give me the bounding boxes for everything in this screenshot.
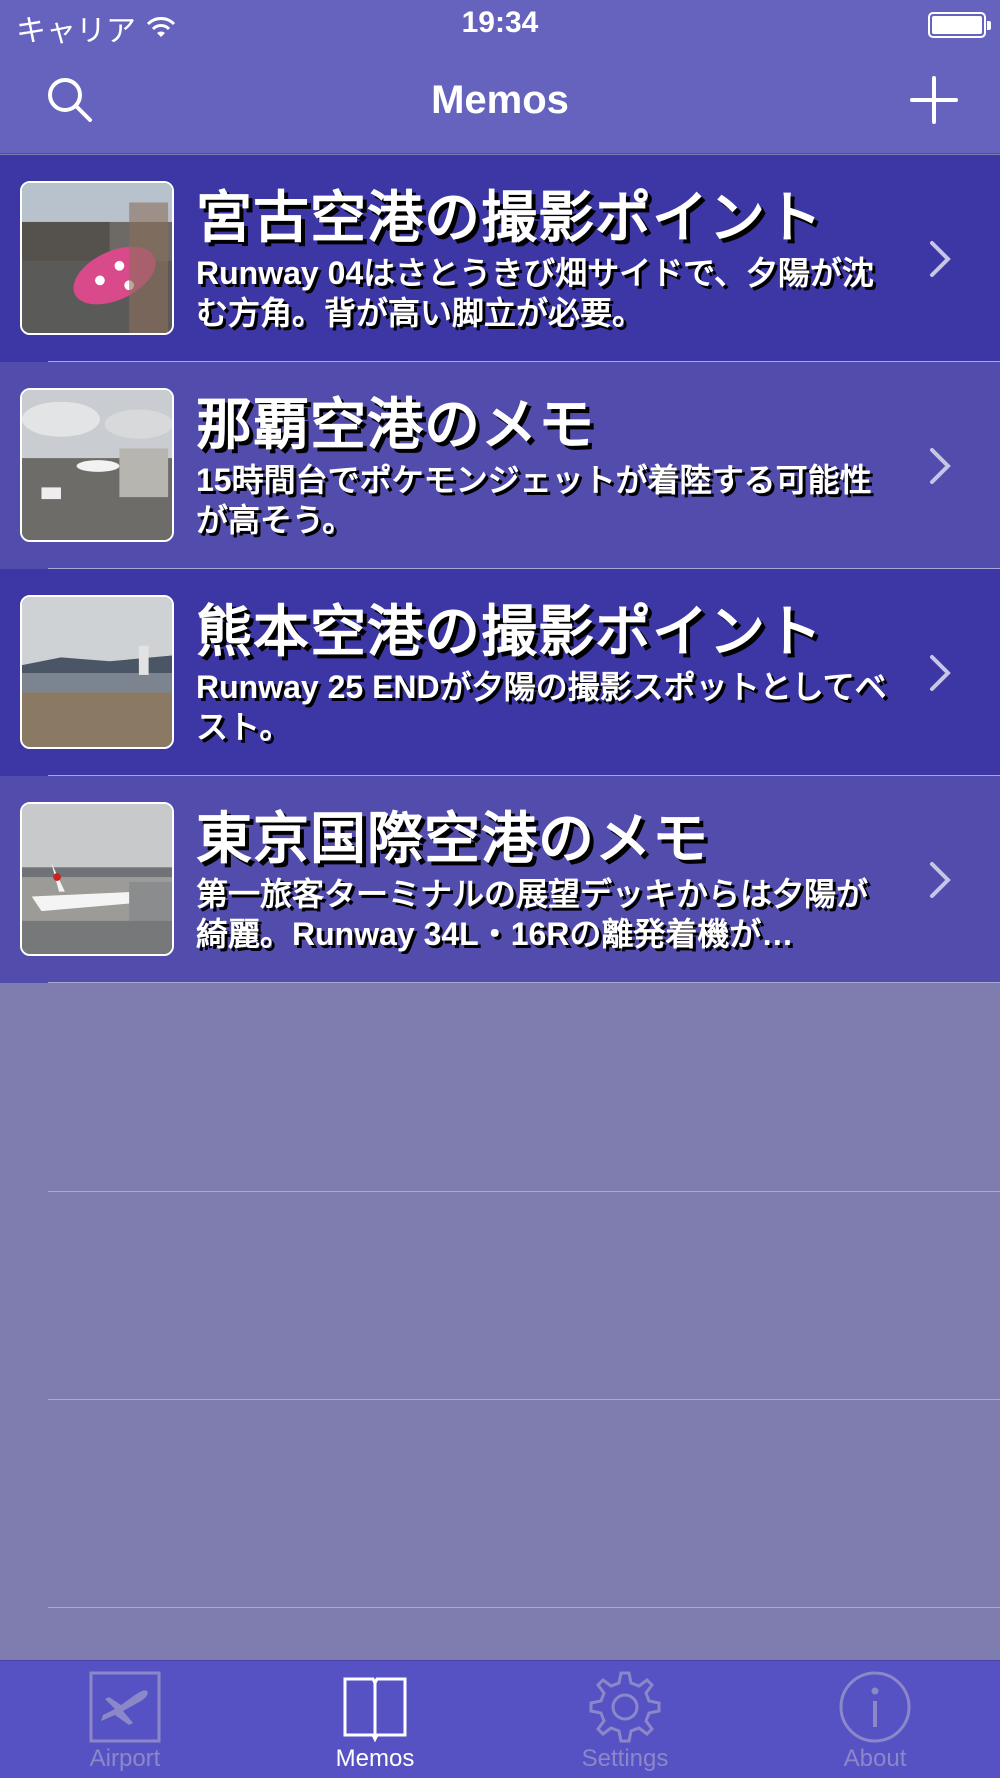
status-bar: キャリア 19:34 (0, 0, 1000, 50)
memo-description: 15時間台でポケモンジェットが着陸する可能性が高そう。 (196, 462, 872, 538)
memo-title: 熊本空港の撮影ポイント (196, 600, 823, 663)
memo-thumbnail (20, 181, 174, 335)
memo-description: 第一旅客ターミナルの展望デッキからは夕陽が綺麗。Runway 34L・16Rの離… (196, 876, 869, 952)
memo-row[interactable]: 熊本空港の撮影ポイント Runway 25 ENDが夕陽の撮影スポットとしてベス… (0, 569, 1000, 776)
memo-title: 那覇空港のメモ (196, 393, 595, 456)
book-icon (343, 1677, 407, 1743)
chevron-right-icon (930, 655, 951, 691)
page-title: Memos (431, 78, 569, 122)
memo-description: Runway 04はさとうきび畑サイドで、夕陽が沈む方角。背が高い脚立が必要。 (196, 255, 874, 331)
tab-airport[interactable]: Airport (0, 1661, 250, 1778)
memo-row[interactable]: 那覇空港のメモ 15時間台でポケモンジェットが着陸する可能性が高そう。 (0, 362, 1000, 569)
tab-label: Airport (89, 1745, 161, 1772)
tab-bar: Airport Memos Settings About (0, 1660, 1000, 1778)
chevron-right-icon (930, 448, 951, 484)
tab-settings[interactable]: Settings (500, 1661, 750, 1778)
tab-memos[interactable]: Memos (250, 1661, 500, 1778)
info-icon (839, 1671, 911, 1743)
gear-icon (589, 1671, 661, 1743)
plus-icon[interactable] (908, 74, 960, 126)
divider (48, 982, 1000, 983)
memo-description: Runway 25 ENDが夕陽の撮影スポットとしてベスト。 (196, 669, 887, 745)
tab-label: Settings (581, 1745, 669, 1772)
status-time: 19:34 (461, 6, 539, 39)
battery-icon (928, 12, 991, 38)
chevron-right-icon (930, 241, 951, 277)
memo-row[interactable]: 宮古空港の撮影ポイント Runway 04はさとうきび畑サイドで、夕陽が沈む方角… (0, 155, 1000, 362)
memo-thumbnail (20, 802, 174, 956)
empty-row-divider (48, 1191, 1000, 1192)
airplane-icon (89, 1671, 161, 1743)
navigation-bar: Memos (0, 50, 1000, 154)
memo-title: 宮古空港の撮影ポイント (196, 186, 823, 249)
memo-thumbnail (20, 595, 174, 749)
memo-title: 東京国際空港のメモ (196, 807, 709, 870)
tab-label: About (843, 1745, 907, 1772)
memo-row[interactable]: 東京国際空港のメモ 第一旅客ターミナルの展望デッキからは夕陽が綺麗。Runway… (0, 776, 1000, 983)
chevron-right-icon (930, 862, 951, 898)
empty-row-divider (48, 1607, 1000, 1608)
tab-about[interactable]: About (750, 1661, 1000, 1778)
tab-label: Memos (335, 1745, 415, 1772)
empty-row-divider (48, 1399, 1000, 1400)
memo-thumbnail (20, 388, 174, 542)
memo-list: 宮古空港の撮影ポイント Runway 04はさとうきび畑サイドで、夕陽が沈む方角… (0, 155, 1000, 983)
